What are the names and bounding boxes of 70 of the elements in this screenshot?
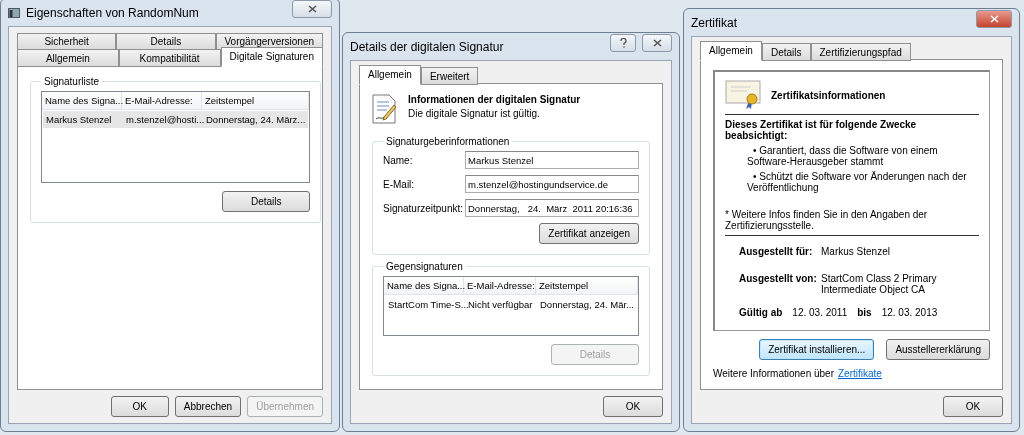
- column-header[interactable]: Name des Signa...: [42, 92, 122, 109]
- help-button[interactable]: [610, 33, 636, 52]
- note-text: * Weitere Infos finden Sie in den Angaben der Zertifizierungsstelle.: [725, 209, 929, 231]
- button[interactable]: Ausstellererklärung: [886, 339, 990, 360]
- button[interactable]: OK: [603, 396, 663, 417]
- window-title: Eigenschaften von RandomNum: [26, 5, 200, 20]
- window-title: Zertifikat: [691, 15, 738, 30]
- group-title: Gegensignaturen: [385, 261, 464, 272]
- text-field[interactable]: Markus Stenzel: [465, 151, 639, 169]
- details-button[interactable]: Details: [222, 191, 311, 212]
- button[interactable]: Abbrechen: [174, 396, 242, 417]
- field-label: bis: [857, 307, 872, 318]
- date-text: 12. 03. 2013: [881, 307, 938, 318]
- heading: Informationen der digitalen Signatur: [408, 94, 581, 105]
- tab[interactable]: Allgemein: [17, 49, 119, 67]
- column-header[interactable]: E-Mail-Adresse:: [464, 277, 536, 294]
- close-icon: [652, 38, 662, 47]
- column-header[interactable]: Name des Signa...: [384, 277, 464, 294]
- footer-text: Weitere Informationen über: [713, 368, 834, 379]
- document-pen-icon: [372, 94, 398, 124]
- close-button[interactable]: [642, 33, 672, 52]
- field-label: Name:: [383, 154, 414, 166]
- column-header[interactable]: Zeitstempel: [202, 92, 310, 109]
- button[interactable]: Zertifikat installieren...: [759, 339, 875, 360]
- field-label: Gültig ab: [739, 307, 783, 318]
- list-cell-text: Donnerstag, 24. Mär...: [539, 298, 635, 312]
- button[interactable]: OK: [943, 396, 1003, 417]
- window-title: Details der digitalen Signatur: [350, 39, 505, 54]
- list-cell-text: m.stenzel@hosti...: [125, 113, 203, 127]
- text-field[interactable]: Donnerstag, 24. März 2011 20:16:36: [465, 199, 639, 217]
- purpose-item: • Garantiert, dass die Software von einem Software-Herausgeber stammt: [746, 145, 939, 167]
- list-cell-text: Markus Stenzel: [45, 113, 113, 127]
- list-box[interactable]: Name des Signa... E-Mail-Adresse: Zeitstempel Markus Stenzel m.stenzel@hosti... Donnerstag, 24. März...: [41, 91, 311, 183]
- tab[interactable]: Allgemein: [700, 41, 762, 61]
- list-box[interactable]: Name des Signa... E-Mail-Adresse: Zeitstempel StartCom Time-S...Nicht verfügbar Donnerstag, 24. Mär...: [383, 276, 639, 336]
- tab[interactable]: Zertifizierungspfad: [810, 43, 911, 61]
- heading: Zertifikatsinformationen: [771, 89, 886, 101]
- tab[interactable]: Digitale Signaturen: [220, 47, 323, 67]
- tab[interactable]: Allgemein: [359, 65, 421, 85]
- tab[interactable]: Kompatibilität: [118, 49, 221, 67]
- group-title: Signaturliste: [43, 76, 101, 87]
- close-icon: [307, 4, 317, 13]
- list-cell-text: Donnerstag, 24. März...: [205, 113, 307, 127]
- tab[interactable]: Erweitert: [420, 67, 479, 85]
- link[interactable]: Zertifikate: [838, 368, 882, 379]
- field-value: StartCom Class 2 Primary Intermediate Object CA: [821, 273, 938, 295]
- field-label: Ausgestellt für:: [739, 246, 814, 257]
- field-value: Markus Stenzel: [821, 246, 891, 257]
- list-row[interactable]: Markus Stenzel m.stenzel@hosti... Donnerstag, 24. März...: [43, 111, 309, 128]
- close-button[interactable]: [292, 0, 332, 18]
- purpose-title: Dieses Zertifikat ist für folgende Zwecke beabsichtigt:: [725, 119, 918, 141]
- close-button[interactable]: [976, 9, 1012, 28]
- help-icon: [619, 37, 627, 48]
- date-text: 12. 03. 2011: [792, 307, 848, 318]
- group-title: Signaturgeberinformationen: [385, 136, 511, 147]
- column-header[interactable]: Zeitstempel: [536, 277, 638, 294]
- tab[interactable]: Details: [761, 43, 811, 61]
- column-header[interactable]: E-Mail-Adresse:: [122, 92, 202, 109]
- text-field[interactable]: m.stenzel@hostingundservice.de: [465, 175, 639, 193]
- list-row[interactable]: StartCom Time-S...Nicht verfügbar Donnerstag, 24. Mär...: [385, 296, 637, 313]
- close-icon: [989, 14, 999, 23]
- field-label: Signaturzeitpunkt:: [383, 202, 465, 214]
- field-label: Ausgestellt von:: [739, 273, 818, 286]
- purpose-item: • Schützt die Software vor Änderungen nach der Veröffentlichung: [746, 171, 968, 193]
- status-text: Die digitale Signatur ist gültig.: [408, 108, 541, 119]
- view-certificate-button[interactable]: Zertifikat anzeigen: [539, 223, 639, 244]
- field-label: E-Mail:: [383, 178, 416, 190]
- button[interactable]: OK: [110, 396, 169, 417]
- certificate-icon: [725, 80, 761, 110]
- window-icon: [8, 7, 20, 18]
